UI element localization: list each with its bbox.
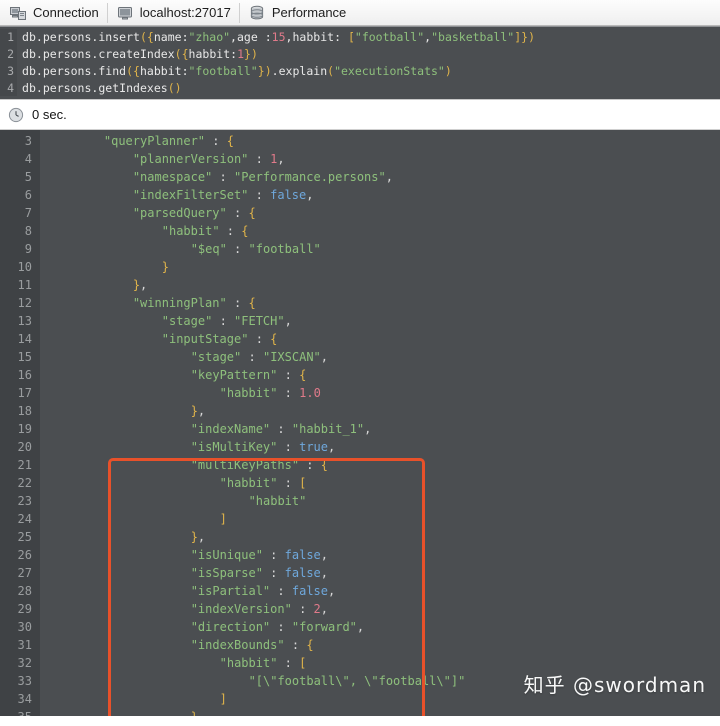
json-line: } <box>46 708 720 716</box>
json-line: }, <box>190 404 206 418</box>
line-number: 19 <box>17 422 32 436</box>
code-line: db.persons.insert({name:"zhao",age :15,h… <box>22 30 535 44</box>
line-number: 32 <box>17 656 32 670</box>
tab-database[interactable]: Performance <box>238 0 360 26</box>
json-line: "indexFilterSet" : false, <box>132 188 314 202</box>
line-number: 26 <box>17 548 32 562</box>
line-number: 16 <box>17 368 32 382</box>
line-number: 3 <box>7 64 14 78</box>
line-number: 11 <box>17 278 32 292</box>
line-number: 13 <box>17 314 32 328</box>
monitor-icon <box>117 5 133 21</box>
database-icon <box>249 5 265 21</box>
line-number: 6 <box>24 188 32 202</box>
json-line: ] <box>219 512 227 526</box>
json-line: "stage" : "IXSCAN", <box>190 350 328 364</box>
results-pane[interactable]: 3 4 5 6 7 8 9 10 11 12 13 14 15 16 17 18 19 20 21 22 23 24 25 2… <box>0 130 720 716</box>
line-number: 9 <box>24 242 32 256</box>
line-number: 29 <box>17 602 32 616</box>
json-line: "keyPattern" : { <box>190 368 307 382</box>
json-line: "isUnique" : false, <box>190 548 328 562</box>
line-number: 4 <box>7 81 14 95</box>
computer-icon <box>10 5 26 21</box>
line-number: 27 <box>17 566 32 580</box>
line-number: 33 <box>17 674 32 688</box>
json-line: "multiKeyPaths" : { <box>190 458 328 472</box>
line-number: 2 <box>7 47 14 61</box>
tab-database-label: Performance <box>271 5 347 20</box>
json-line: "direction" : "forward", <box>190 620 365 634</box>
breadcrumb-tabbar: Connection localhost:27017 Performance <box>0 0 720 26</box>
app-window: Connection localhost:27017 Performance 1… <box>0 0 720 726</box>
json-line: } <box>161 260 169 274</box>
line-number: 22 <box>17 476 32 490</box>
line-number: 7 <box>24 206 32 220</box>
line-number: 8 <box>24 224 32 238</box>
json-line: "indexVersion" : 2, <box>190 602 329 616</box>
line-number: 17 <box>17 386 32 400</box>
results-code: "queryPlanner" : { "plannerVersion" : 1,… <box>40 130 720 716</box>
line-number: 23 <box>17 494 32 508</box>
json-line: "queryPlanner" : { <box>103 134 234 148</box>
json-line: "$eq" : "football" <box>190 242 321 256</box>
json-line: "indexName" : "habbit_1", <box>190 422 372 436</box>
tab-connection-label: Connection <box>33 5 99 20</box>
json-line: }, <box>190 530 206 544</box>
json-line: "plannerVersion" : 1, <box>132 152 285 166</box>
json-line: "isPartial" : false, <box>190 584 336 598</box>
line-number: 12 <box>17 296 32 310</box>
line-number: 20 <box>17 440 32 454</box>
execution-time-label: 0 sec. <box>32 107 67 122</box>
json-line: "stage" : "FETCH", <box>161 314 292 328</box>
json-line: "inputStage" : { <box>161 332 278 346</box>
line-number: 3 <box>24 134 32 148</box>
line-number: 5 <box>24 170 32 184</box>
query-editor-code[interactable]: db.persons.insert({name:"zhao",age :15,h… <box>17 29 720 96</box>
tab-connection[interactable]: Connection <box>6 0 113 26</box>
json-line: "habbit" : [ <box>219 476 307 490</box>
line-number: 28 <box>17 584 32 598</box>
json-line: "isSparse" : false, <box>190 566 328 580</box>
line-number: 15 <box>17 350 32 364</box>
line-number: 24 <box>17 512 32 526</box>
line-number: 18 <box>17 404 32 418</box>
json-line: "winningPlan" : { <box>132 296 256 310</box>
line-number: 14 <box>17 332 32 346</box>
json-line: "habbit" : { <box>161 224 249 238</box>
watermark-label: 知乎 @swordman <box>523 673 706 697</box>
json-line: "isMultiKey" : true, <box>190 440 336 454</box>
code-line: db.persons.getIndexes() <box>22 81 182 95</box>
results-gutter: 3 4 5 6 7 8 9 10 11 12 13 14 15 16 17 18 19 20 21 22 23 24 25 2… <box>0 130 40 716</box>
query-editor[interactable]: 1 2 3 4 db.persons.insert({name:"zhao",a… <box>0 26 720 100</box>
line-number: 25 <box>17 530 32 544</box>
line-number: 21 <box>17 458 32 472</box>
json-line: "indexBounds" : { <box>190 638 314 652</box>
line-number: 1 <box>7 30 14 44</box>
query-editor-gutter: 1 2 3 4 <box>0 29 17 96</box>
json-line: "habbit" <box>248 494 307 508</box>
line-number: 30 <box>17 620 32 634</box>
line-number: 4 <box>24 152 32 166</box>
json-line: "namespace" : "Performance.persons", <box>132 170 393 184</box>
line-number: 34 <box>17 692 32 706</box>
json-line: "habbit" : 1.0 <box>219 386 321 400</box>
code-line: db.persons.createIndex({habbit:1}) <box>22 47 258 61</box>
line-number: 10 <box>17 260 32 274</box>
json-line: }, <box>132 278 148 292</box>
tab-host[interactable]: localhost:27017 <box>106 0 245 26</box>
line-number: 31 <box>17 638 32 652</box>
json-line: "parsedQuery" : { <box>132 206 256 220</box>
code-line: db.persons.find({habbit:"football"}).exp… <box>22 64 452 78</box>
line-number: 35 <box>0 708 32 716</box>
clock-icon <box>8 107 24 123</box>
tab-host-label: localhost:27017 <box>139 5 231 20</box>
execution-status-bar: 0 sec. <box>0 100 720 130</box>
